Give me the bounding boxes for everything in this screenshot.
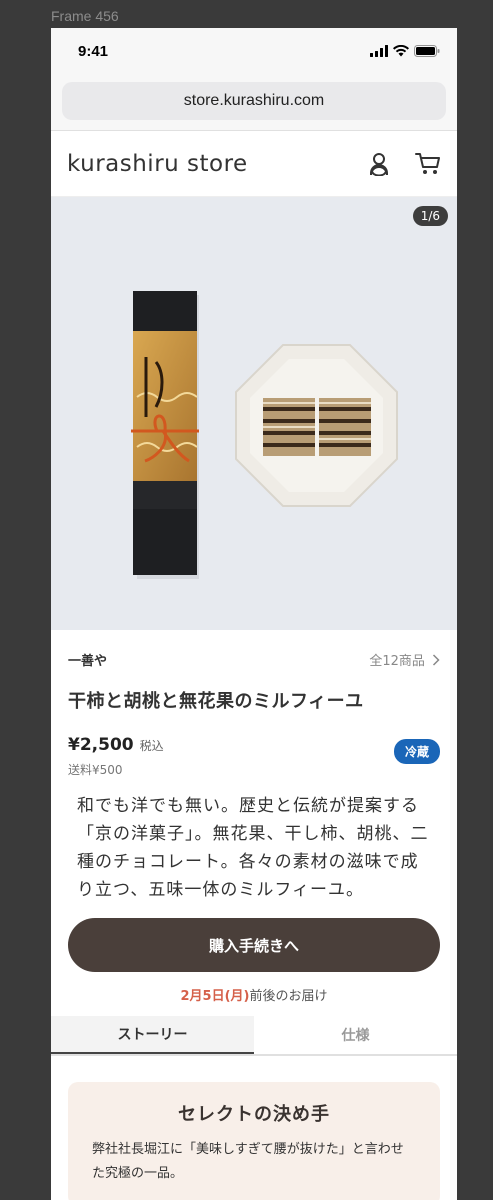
- story-card: セレクトの決め手 弊社社長堀江に「美味しすぎて腰が抜けた」と言わせた究極の一品。: [68, 1082, 440, 1200]
- header-icons: [369, 152, 441, 176]
- story-text: 弊社社長堀江に「美味しすぎて腰が抜けた」と言わせた究極の一品。: [92, 1142, 404, 1181]
- delivery-suffix: 前後のお届け: [249, 989, 328, 1004]
- story-title: セレクトの決め手: [178, 1104, 330, 1125]
- all-items-label: 全12商品: [369, 654, 425, 669]
- product-title: 干柿と胡桃と無花果のミルフィーユ: [68, 691, 364, 712]
- brand-row: 一善や 全12商品: [68, 650, 440, 669]
- status-bar: 9:41: [51, 28, 457, 76]
- product-image[interactable]: 1/6: [51, 197, 457, 630]
- product-info: 一善や 全12商品 干柿と胡桃と無花果のミルフィーユ ¥2,500 税込 送料¥5…: [51, 650, 457, 1004]
- cart-icon[interactable]: [415, 152, 441, 176]
- signal-icon: [370, 45, 388, 57]
- shipping-fee: 送料¥500: [68, 763, 123, 777]
- status-icons: [370, 45, 440, 57]
- phone-screen: 9:41 store.kurashiru.com kurashiru store…: [51, 28, 457, 1200]
- site-logo[interactable]: kurashiru store: [67, 151, 248, 177]
- product-description: 和でも洋でも無い。歴史と伝統が提案する「京の洋菓子」。無花果、干し柿、胡桃、二種…: [77, 796, 429, 900]
- delivery-estimate: 2月5日(月)前後のお届け: [68, 985, 440, 1004]
- tab-story[interactable]: ストーリー: [51, 1016, 254, 1054]
- price-row: ¥2,500 税込 送料¥500 冷蔵: [68, 735, 440, 778]
- delivery-date: 2月5日(月): [180, 989, 250, 1004]
- detail-tabs: ストーリー 仕様: [51, 1016, 457, 1056]
- site-header: kurashiru store: [51, 131, 457, 197]
- browser-toolbar: store.kurashiru.com: [51, 76, 457, 131]
- all-items-link[interactable]: 全12商品: [369, 650, 440, 669]
- price-block: ¥2,500 税込 送料¥500: [68, 735, 164, 778]
- price: ¥2,500: [68, 735, 134, 755]
- user-icon[interactable]: [369, 152, 389, 176]
- url-bar[interactable]: store.kurashiru.com: [62, 82, 446, 120]
- brand-name[interactable]: 一善や: [68, 650, 107, 669]
- product-photo: [51, 197, 457, 630]
- wifi-icon: [393, 45, 409, 57]
- refrigerated-badge: 冷蔵: [393, 739, 440, 764]
- battery-icon: [414, 45, 440, 57]
- tab-specs[interactable]: 仕様: [254, 1016, 457, 1054]
- status-time: 9:41: [78, 43, 109, 60]
- frame-label: Frame 456: [51, 8, 119, 24]
- checkout-button[interactable]: 購入手続きへ: [68, 918, 440, 972]
- chevron-right-icon: [432, 654, 440, 666]
- tax-label: 税込: [139, 739, 164, 753]
- image-counter: 1/6: [412, 206, 448, 226]
